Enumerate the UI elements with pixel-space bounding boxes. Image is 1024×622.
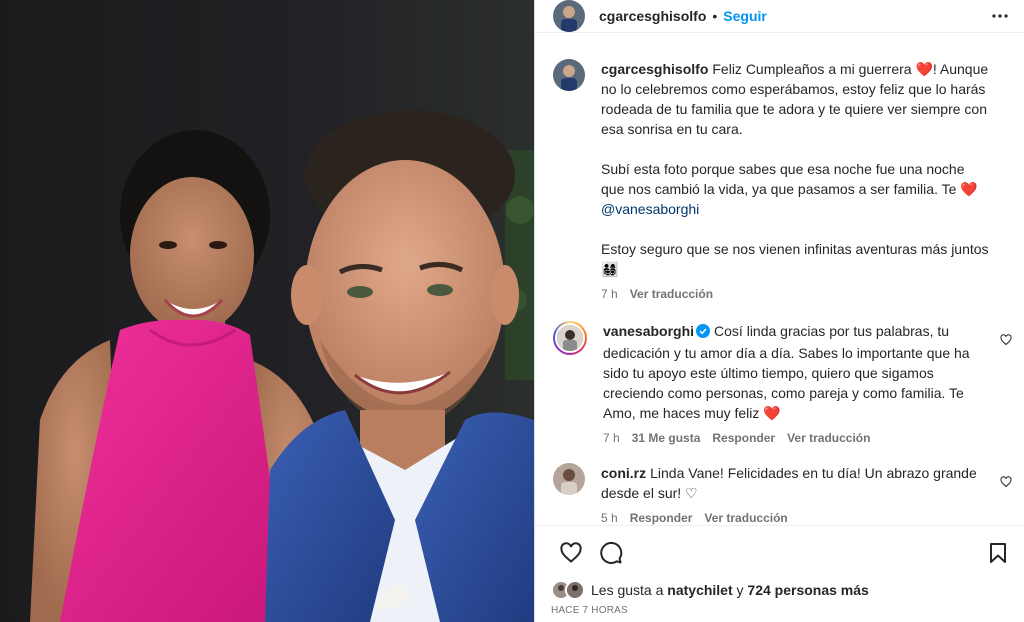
comments-list[interactable]: cgarcesghisolfo Feliz Cumpleaños a mi gue…: [535, 33, 1024, 525]
likes-prefix: Les gusta a: [591, 581, 664, 598]
author-avatar[interactable]: [553, 0, 585, 32]
verified-icon: [696, 323, 711, 343]
comment-meta: 5 h Responder Ver traducción: [601, 511, 990, 525]
caption-body: cgarcesghisolfo Feliz Cumpleaños a mi gue…: [601, 59, 1012, 301]
likes-summary: Les gusta a natychilet y 724 personas má…: [535, 579, 1024, 600]
post-header: cgarcesghisolfo • Seguir: [535, 0, 1024, 34]
comment-username[interactable]: vanesaborghi: [603, 323, 694, 339]
more-icon[interactable]: [988, 4, 1012, 28]
comment-time[interactable]: 5 h: [601, 511, 618, 525]
likes-conj: y: [736, 581, 744, 598]
bookmark-icon[interactable]: [978, 533, 1018, 573]
comment-username[interactable]: cgarcesghisolfo: [601, 61, 708, 77]
likes-others[interactable]: 724 personas más: [747, 582, 868, 598]
follow-button[interactable]: Seguir: [723, 8, 767, 24]
reply-button[interactable]: Responder: [712, 431, 775, 445]
commenter-avatar: [555, 323, 585, 354]
comment-heart-icon[interactable]: [1000, 475, 1012, 491]
couple-photo: [0, 0, 534, 622]
comment-likes[interactable]: 31 Me gusta: [632, 431, 701, 445]
post-photo[interactable]: [0, 0, 534, 622]
comment-username[interactable]: coni.rz: [601, 465, 646, 481]
liker-avatar: [565, 579, 585, 600]
liker-avatars[interactable]: [551, 579, 585, 600]
comment-item: vanesaborghi Cosí linda gracias por tus p…: [553, 321, 1012, 445]
liker-username[interactable]: natychilet: [667, 582, 732, 598]
caption-paragraph-2-wrap: Subí esta foto porque sabes que esa noch…: [601, 159, 990, 219]
story-ring[interactable]: [553, 321, 587, 356]
caption-text: cgarcesghisolfo Feliz Cumpleaños a mi gue…: [601, 59, 990, 139]
action-bar: [535, 524, 1024, 579]
comment-body: coni.rz Linda Vane! Felicidades en tu día…: [601, 463, 1012, 525]
mention-link[interactable]: @vanesaborghi: [601, 201, 699, 217]
caption-paragraph-3: Estoy seguro que se nos vienen infinitas…: [601, 241, 989, 278]
comment-time[interactable]: 7 h: [601, 287, 618, 301]
comment-heart-icon[interactable]: [1000, 333, 1012, 349]
caption-paragraph-2: Subí esta foto porque sabes que esa noch…: [601, 161, 978, 198]
comment-icon[interactable]: [591, 533, 631, 573]
comment-meta: 7 h 31 Me gusta Responder Ver traducción: [603, 431, 990, 445]
post-panel: cgarcesghisolfo • Seguir cgarcesghisolfo…: [534, 0, 1024, 622]
translate-button[interactable]: Ver traducción: [630, 287, 713, 301]
like-heart-icon[interactable]: [551, 533, 591, 573]
comment-text: coni.rz Linda Vane! Felicidades en tu día…: [601, 463, 990, 503]
post-timestamp[interactable]: HACE 7 HORAS: [535, 601, 1024, 622]
comment-body: vanesaborghi Cosí linda gracias por tus p…: [603, 321, 1012, 445]
author-avatar[interactable]: [553, 59, 585, 92]
likes-text: Les gusta a natychilet y 724 personas má…: [591, 582, 869, 598]
comment-meta: 7 h Ver traducción: [601, 287, 990, 301]
comment-time[interactable]: 7 h: [603, 431, 620, 445]
comment-text: vanesaborghi Cosí linda gracias por tus p…: [603, 321, 990, 423]
comment-content: Linda Vane! Felicidades en tu día! Un ab…: [601, 465, 977, 502]
author-username[interactable]: cgarcesghisolfo: [599, 8, 706, 24]
caption-paragraph-3-wrap: Estoy seguro que se nos vienen infinitas…: [601, 239, 990, 279]
caption-comment: cgarcesghisolfo Feliz Cumpleaños a mi gue…: [553, 59, 1012, 301]
translate-button[interactable]: Ver traducción: [704, 511, 787, 525]
translate-button[interactable]: Ver traducción: [787, 431, 870, 445]
reply-button[interactable]: Responder: [630, 511, 693, 525]
separator-dot: •: [712, 8, 718, 24]
comment-item: coni.rz Linda Vane! Felicidades en tu día…: [553, 463, 1012, 525]
commenter-avatar[interactable]: [553, 463, 585, 496]
